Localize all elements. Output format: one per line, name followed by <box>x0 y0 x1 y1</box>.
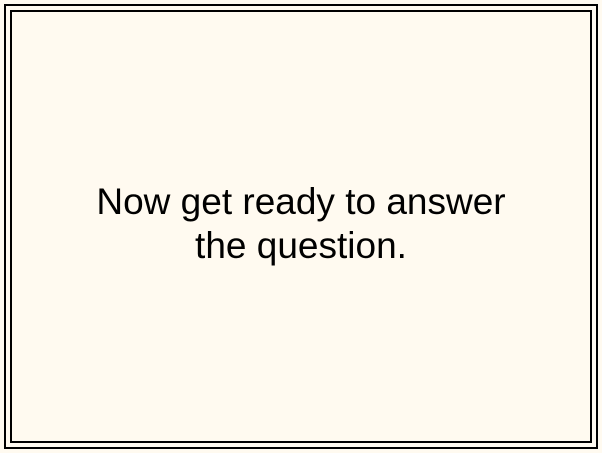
instruction-message: Now get ready to answer the question. <box>12 180 590 268</box>
message-line-2: the question. <box>195 225 407 266</box>
instruction-screen: Now get ready to answer the question. <box>0 0 602 453</box>
message-line-1: Now get ready to answer <box>96 181 506 222</box>
